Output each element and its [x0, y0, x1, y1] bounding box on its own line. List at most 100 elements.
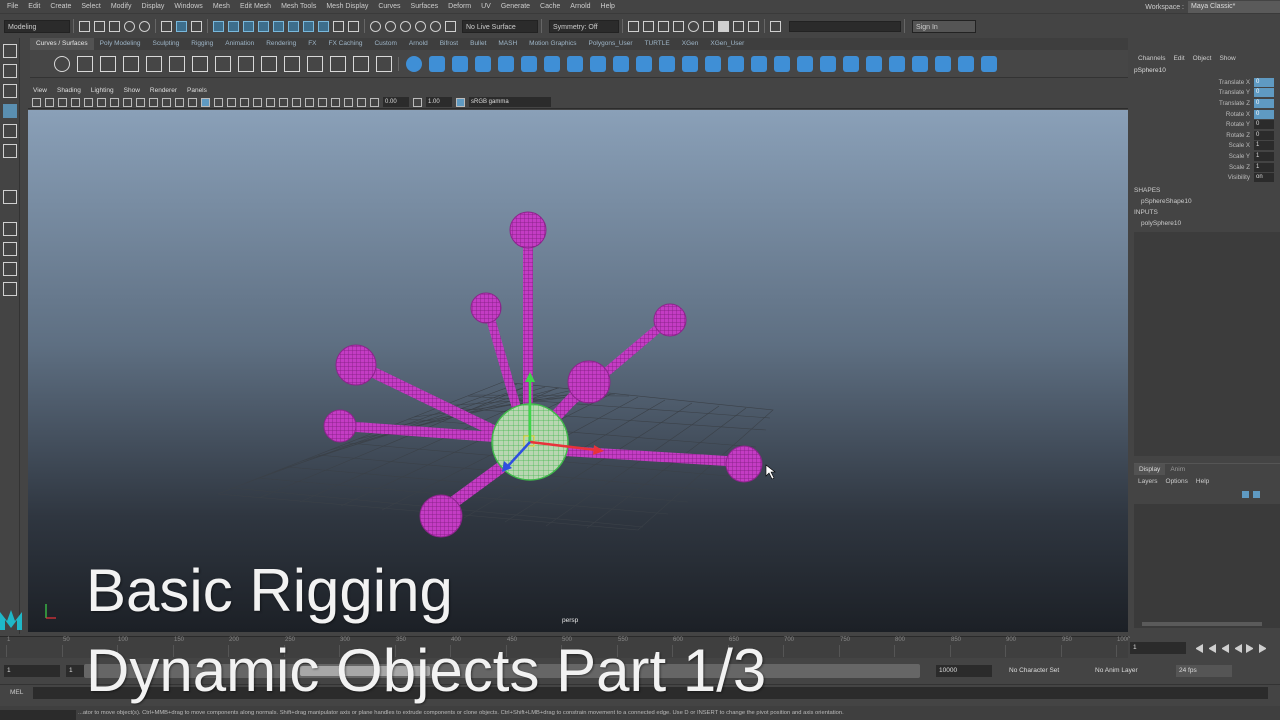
snap-view-plane-icon[interactable] — [415, 20, 426, 32]
shelf-tab-xgen-user[interactable]: XGen_User — [704, 38, 750, 50]
open-scene-icon[interactable] — [94, 20, 105, 32]
shelf-tab-animation[interactable]: Animation — [219, 38, 260, 50]
move-tool-icon[interactable] — [3, 104, 17, 118]
symmetry-dropdown[interactable]: Symmetry: Off — [549, 19, 619, 33]
loft-icon[interactable] — [566, 55, 583, 72]
channel-name[interactable]: Translate Y — [1134, 89, 1254, 96]
channel-value[interactable]: 0 — [1254, 120, 1274, 130]
bookmarks-icon[interactable] — [71, 97, 80, 107]
construction-history-icon[interactable] — [628, 20, 639, 32]
viewport-panel[interactable]: persp — [28, 110, 1128, 632]
channel-row-scale-y[interactable]: Scale Y1 — [1134, 151, 1280, 162]
shelf-tab-poly-modeling[interactable]: Poly Modeling — [94, 38, 147, 50]
channel-row-visibility[interactable]: Visibility on — [1134, 172, 1280, 183]
menu-mesh-display[interactable]: Mesh Display — [321, 0, 373, 13]
channel-name[interactable]: Rotate Z — [1134, 132, 1254, 139]
viewport-menu-view[interactable]: View — [28, 85, 52, 96]
channel-value[interactable]: 1 — [1254, 162, 1274, 172]
motion-blur-icon[interactable] — [279, 97, 288, 107]
menu-deform[interactable]: Deform — [443, 0, 476, 13]
render-region-icon[interactable] — [658, 20, 669, 32]
surface-editing-icon[interactable] — [980, 55, 997, 72]
shelf-tab-polygons-user[interactable]: Polygons_User — [582, 38, 638, 50]
channel-value[interactable]: 0 — [1254, 77, 1274, 87]
new-layer-selected-icon[interactable] — [1253, 491, 1260, 498]
channel-value[interactable]: 0 — [1254, 130, 1274, 140]
menu-arnold[interactable]: Arnold — [565, 0, 595, 13]
snap-grid-icon[interactable] — [370, 20, 381, 32]
channel-value[interactable]: 0 — [1254, 109, 1274, 119]
sculpt-geometry-icon[interactable] — [957, 55, 974, 72]
snap-point-icon[interactable] — [400, 20, 411, 32]
anim-layer-dropdown[interactable]: No Anim Layer — [1092, 665, 1172, 677]
channel-name[interactable]: Rotate X — [1134, 111, 1254, 118]
default-material-icon[interactable] — [214, 97, 223, 107]
bezier-curve-icon[interactable] — [168, 55, 185, 72]
channel-name[interactable]: Scale Y — [1134, 153, 1254, 160]
channel-box-menu-edit[interactable]: Edit — [1169, 55, 1188, 62]
input-node[interactable]: polySphere10 — [1134, 218, 1280, 229]
four-view-layout-icon[interactable] — [3, 242, 17, 256]
trim-tool-icon[interactable] — [773, 55, 790, 72]
multisample-aa-icon[interactable] — [292, 97, 301, 107]
extend-curve-icon[interactable] — [260, 55, 277, 72]
project-curve-icon[interactable] — [727, 55, 744, 72]
step-back-key-icon[interactable] — [1207, 643, 1216, 653]
channel-value[interactable]: 1 — [1254, 141, 1274, 151]
bevel-plus-icon[interactable] — [658, 55, 675, 72]
layer-menu-help[interactable]: Help — [1192, 478, 1213, 485]
nurbs-cone-icon[interactable] — [474, 55, 491, 72]
mask-curves-icon[interactable] — [243, 20, 254, 32]
shelf-tab-curves-surfaces[interactable]: Curves / Surfaces — [30, 38, 94, 50]
shapes-header[interactable]: SHAPES — [1134, 185, 1280, 196]
character-set-dropdown[interactable]: No Character Set — [1006, 665, 1086, 677]
mask-deformations-icon[interactable] — [273, 20, 284, 32]
mask-dynamics-icon[interactable] — [288, 20, 299, 32]
viewport-menu-panels[interactable]: Panels — [182, 85, 212, 96]
layer-menu-options[interactable]: Options — [1162, 478, 1192, 485]
menu-select[interactable]: Select — [76, 0, 105, 13]
depth-of-field-icon[interactable] — [305, 97, 314, 107]
start-frame-field[interactable]: 1 — [4, 665, 60, 677]
shadows-icon[interactable] — [253, 97, 262, 107]
menu-mesh-tools[interactable]: Mesh Tools — [276, 0, 321, 13]
shelf-tab-fx[interactable]: FX — [302, 38, 322, 50]
channel-row-scale-z[interactable]: Scale Z1 — [1134, 162, 1280, 173]
channel-value[interactable]: on — [1254, 173, 1274, 183]
live-surface-field[interactable]: No Live Surface — [462, 19, 538, 33]
select-camera-icon[interactable] — [32, 97, 41, 107]
undo-icon[interactable] — [124, 20, 135, 32]
mask-surfaces-icon[interactable] — [258, 20, 269, 32]
bezier-anchor-icon[interactable] — [375, 55, 392, 72]
hypershade-icon[interactable] — [688, 20, 699, 32]
pause-ipr-icon[interactable] — [748, 20, 759, 32]
shelf-tab-custom[interactable]: Custom — [368, 38, 402, 50]
save-scene-icon[interactable] — [109, 20, 120, 32]
use-all-lights-icon[interactable] — [240, 97, 249, 107]
shelf-tab-xgen[interactable]: XGen — [676, 38, 705, 50]
xray-active-icon[interactable] — [344, 97, 353, 107]
xray-joints-icon[interactable] — [357, 97, 366, 107]
channel-row-rotate-z[interactable]: Rotate Z0 — [1134, 130, 1280, 141]
select-tool-icon[interactable] — [3, 44, 17, 58]
select-object-icon[interactable] — [176, 20, 187, 32]
nurbs-cylinder-icon[interactable] — [451, 55, 468, 72]
ipr-icon[interactable] — [733, 20, 744, 32]
film-gate-icon[interactable] — [110, 97, 119, 107]
shelf-tab-mash[interactable]: MASH — [492, 38, 523, 50]
paint-select-tool-icon[interactable] — [3, 84, 17, 98]
exposure-field[interactable]: 0.00 — [383, 97, 409, 107]
object-name[interactable]: pSphere10 — [1134, 67, 1166, 74]
lock-camera-icon[interactable] — [45, 97, 54, 107]
screen-space-ao-icon[interactable] — [266, 97, 275, 107]
scrollbar-thumb[interactable] — [1142, 622, 1262, 626]
viewport-menu-shading[interactable]: Shading — [52, 85, 86, 96]
menu-curves[interactable]: Curves — [373, 0, 405, 13]
redo-icon[interactable] — [139, 20, 150, 32]
attach-surfaces-icon[interactable] — [819, 55, 836, 72]
channel-row-rotate-x[interactable]: Rotate X0 — [1134, 109, 1280, 120]
workspace-dropdown[interactable]: Maya Classic* — [1188, 1, 1280, 13]
channel-row-rotate-y[interactable]: Rotate Y0 — [1134, 119, 1280, 130]
gate-mask-icon[interactable] — [136, 97, 145, 107]
add-points-icon[interactable] — [329, 55, 346, 72]
